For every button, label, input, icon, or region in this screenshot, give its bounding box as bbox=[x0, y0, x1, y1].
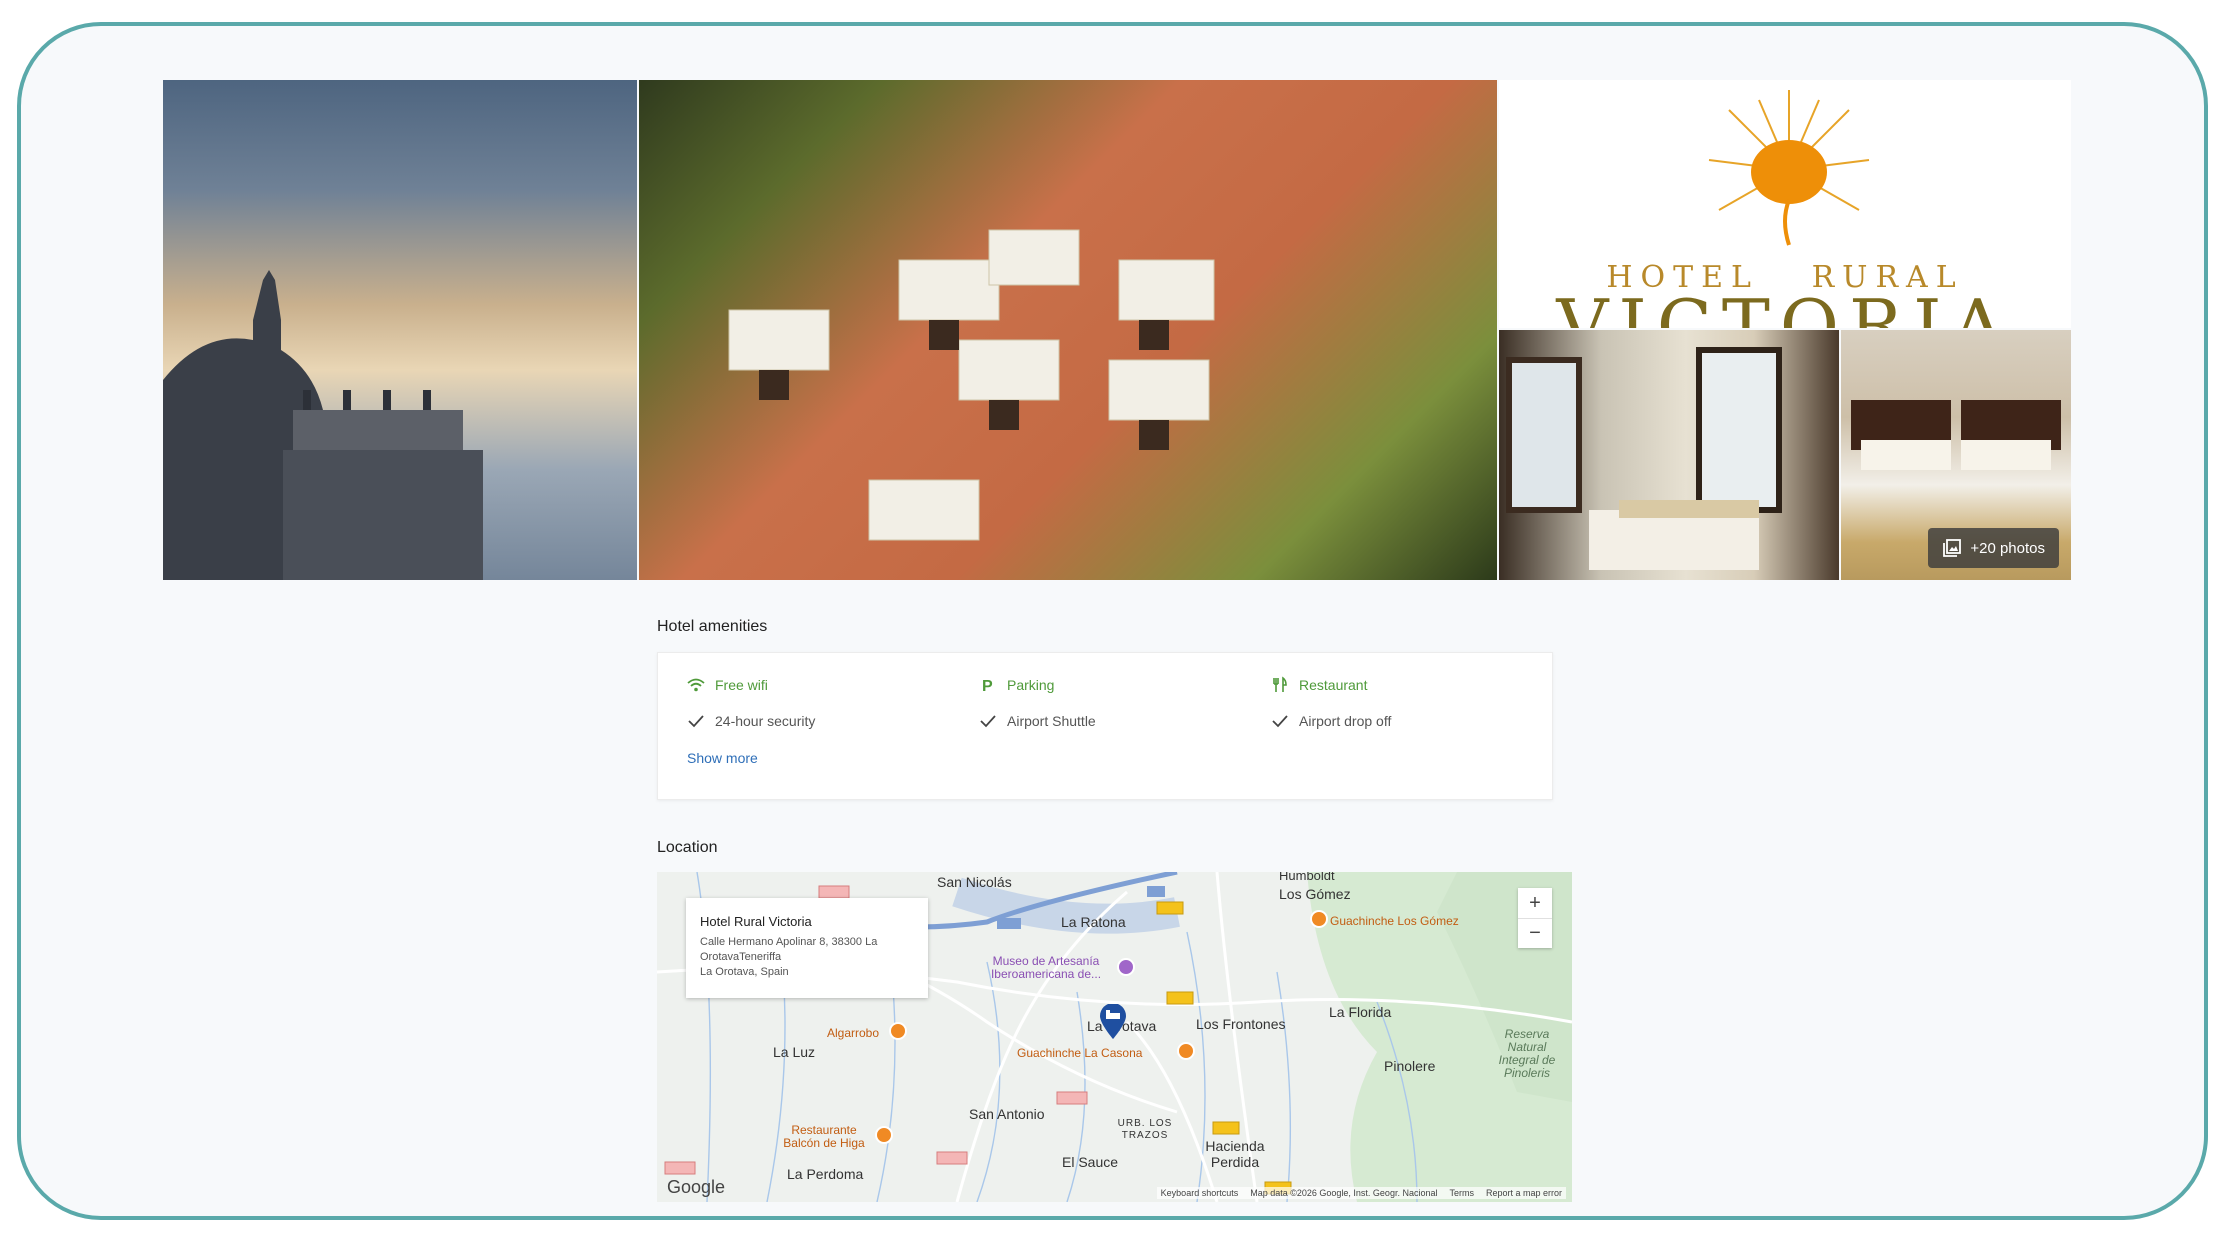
amenity-airport-drop-off: Airport drop off bbox=[1271, 712, 1391, 730]
place-los-frontones: Los Frontones bbox=[1196, 1016, 1286, 1032]
zoom-out-button[interactable]: − bbox=[1518, 918, 1552, 948]
wifi-icon bbox=[687, 678, 705, 692]
place-los-gomez: Los Gómez bbox=[1279, 886, 1351, 902]
amenity-free-wifi: Free wifi bbox=[687, 676, 768, 694]
restaurant-poi-icon[interactable] bbox=[1310, 910, 1328, 928]
map-data-text: Map data ©2026 Google, Inst. Geogr. Naci… bbox=[1250, 1188, 1438, 1198]
place-la-perdoma: La Perdoma bbox=[787, 1166, 864, 1182]
amenity-label: 24-hour security bbox=[715, 713, 816, 729]
bedroom-window-scene bbox=[1506, 347, 1782, 570]
info-address-line: La Orotava, Spain bbox=[700, 966, 789, 978]
place-san-antonio: San Antonio bbox=[969, 1106, 1045, 1122]
amenity-label: Airport Shuttle bbox=[1007, 713, 1096, 729]
amenity-restaurant: Restaurant bbox=[1271, 676, 1367, 694]
all-photos-label: +20 photos bbox=[1970, 539, 2045, 557]
museum-poi-icon[interactable] bbox=[1117, 958, 1135, 976]
hotel-marker-icon[interactable] bbox=[1098, 1004, 1128, 1040]
restaurant-icon bbox=[1273, 676, 1287, 692]
photo-courtyard-restaurant[interactable] bbox=[639, 80, 1497, 580]
amenity-parking: P Parking bbox=[979, 676, 1054, 694]
google-logo: Google bbox=[667, 1177, 726, 1197]
location-map[interactable]: San Nicolás Humboldt Los Gómez La Ratona… bbox=[657, 872, 1572, 1202]
check-icon bbox=[688, 715, 704, 728]
courtyard-tables bbox=[728, 229, 1215, 541]
amenity-label: Parking bbox=[1007, 677, 1055, 693]
content-frame: HOTEL RURAL VICTORIA +20 photos Hotel am… bbox=[17, 22, 2208, 1220]
report-map-error-link[interactable]: Report a map error bbox=[1486, 1188, 1562, 1198]
zoom-in-button[interactable]: + bbox=[1518, 888, 1552, 918]
place-hacienda-perdida: Hacienda Perdida bbox=[1205, 1138, 1265, 1170]
amenities-heading: Hotel amenities bbox=[657, 618, 768, 635]
info-address-line: OrotavaTeneriffa bbox=[700, 951, 782, 963]
place-la-luz: La Luz bbox=[773, 1044, 816, 1060]
logo-text-victoria: VICTORIA bbox=[1556, 284, 2014, 328]
poi-algarrobo[interactable]: Algarrobo bbox=[827, 1027, 879, 1040]
map-attribution: Keyboard shortcuts Map data ©2026 Google… bbox=[1156, 1187, 1566, 1199]
photo-library-icon bbox=[1943, 539, 1962, 557]
place-san-nicolas: San Nicolás bbox=[937, 874, 1012, 890]
parking-icon: P bbox=[982, 678, 993, 694]
place-reserva-natural: Reserva Natural Integral de Pinoleris bbox=[1498, 1027, 1556, 1080]
keyboard-shortcuts-link[interactable]: Keyboard shortcuts bbox=[1161, 1188, 1239, 1198]
check-icon bbox=[1272, 715, 1288, 728]
photo-sky-tower[interactable] bbox=[163, 80, 637, 580]
map-zoom-controls: + − bbox=[1518, 888, 1552, 948]
info-address-line: Calle Hermano Apolinar 8, 38300 La bbox=[700, 936, 878, 948]
all-photos-button[interactable]: +20 photos bbox=[1928, 528, 2059, 568]
restaurant-poi-icon[interactable] bbox=[889, 1022, 907, 1040]
info-hotel-name: Hotel Rural Victoria bbox=[700, 914, 812, 929]
photo-gallery[interactable]: HOTEL RURAL VICTORIA +20 photos bbox=[163, 80, 2071, 580]
place-el-sauce: El Sauce bbox=[1062, 1154, 1119, 1170]
amenity-label: Airport drop off bbox=[1299, 713, 1392, 729]
amenity-airport-shuttle: Airport Shuttle bbox=[979, 712, 1096, 730]
terms-link[interactable]: Terms bbox=[1449, 1188, 1474, 1198]
place-urb-los-trazos: URB. LOS TRAZOS bbox=[1117, 1118, 1173, 1141]
amenity-label: Restaurant bbox=[1299, 677, 1368, 693]
svg-text:P: P bbox=[982, 678, 993, 694]
place-humboldt: Humboldt bbox=[1279, 872, 1335, 883]
photo-hotel-logo[interactable]: HOTEL RURAL VICTORIA bbox=[1499, 80, 2071, 328]
place-la-ratona: La Ratona bbox=[1061, 914, 1126, 930]
poi-restaurante-balcon-de-higa[interactable]: Restaurante Balcón de Higa bbox=[779, 1124, 869, 1150]
amenity-24-hour-security: 24-hour security bbox=[687, 712, 815, 730]
amenities-card: Free wifi P Parking Restaurant 24-hour s… bbox=[657, 652, 1553, 800]
restaurant-poi-icon[interactable] bbox=[875, 1126, 893, 1144]
tower-silhouette bbox=[163, 270, 483, 580]
place-la-florida: La Florida bbox=[1329, 1004, 1392, 1020]
amenity-label: Free wifi bbox=[715, 677, 768, 693]
photo-twin-beds[interactable]: +20 photos bbox=[1841, 330, 2071, 580]
hotel-info-window: Hotel Rural Victoria Calle Hermano Apoli… bbox=[686, 898, 928, 998]
poi-guachinche-los-gomez[interactable]: Guachinche Los Gómez bbox=[1330, 915, 1459, 928]
location-heading: Location bbox=[657, 839, 718, 856]
show-more-link[interactable]: Show more bbox=[687, 750, 758, 766]
restaurant-poi-icon[interactable] bbox=[1177, 1042, 1195, 1060]
poi-museo-artesania[interactable]: Museo de Artesanía Iberoamericana de... bbox=[981, 955, 1111, 981]
photo-bedroom-window[interactable] bbox=[1499, 330, 1839, 580]
place-pinolere: Pinolere bbox=[1384, 1058, 1436, 1074]
check-icon bbox=[980, 715, 996, 728]
poi-guachinche-la-casona[interactable]: Guachinche La Casona bbox=[1017, 1047, 1142, 1060]
